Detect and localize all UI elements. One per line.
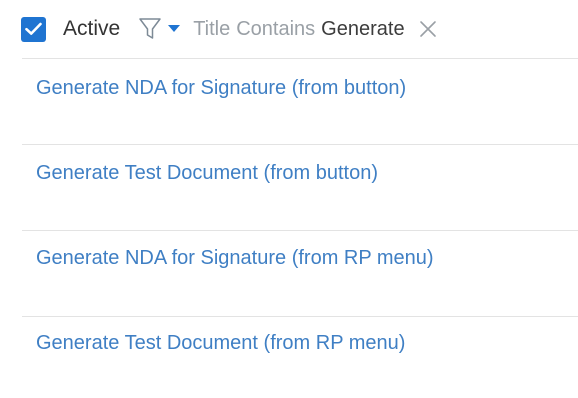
close-icon (419, 21, 436, 37)
list-item-link[interactable]: Generate NDA for Signature (from button) (36, 77, 406, 100)
list-item-link[interactable]: Generate Test Document (from button) (36, 162, 378, 185)
list-item: Generate Test Document (from button) (0, 143, 578, 228)
list-item: Generate Test Document (from RP menu) (0, 313, 578, 398)
filter-field-label: Title (193, 17, 231, 40)
filter-icon (138, 17, 162, 41)
check-icon (25, 22, 42, 35)
filter-bar: Active Title Contains Generate (0, 0, 578, 58)
list-item: Generate NDA for Signature (from button) (0, 58, 578, 143)
filter-dropdown-button[interactable] (138, 17, 181, 41)
list-item-link[interactable]: Generate Test Document (from RP menu) (36, 332, 405, 355)
active-label: Active (63, 17, 121, 40)
clear-filter-button[interactable] (419, 20, 437, 38)
active-checkbox[interactable] (21, 16, 46, 42)
filter-value-label: Generate (321, 17, 405, 40)
chevron-down-icon (168, 25, 181, 33)
filter-operator-label: Contains (236, 17, 316, 40)
results-list: Generate NDA for Signature (from button)… (0, 58, 578, 398)
list-item-link[interactable]: Generate NDA for Signature (from RP menu… (36, 247, 434, 270)
list-item: Generate NDA for Signature (from RP menu… (0, 228, 578, 313)
